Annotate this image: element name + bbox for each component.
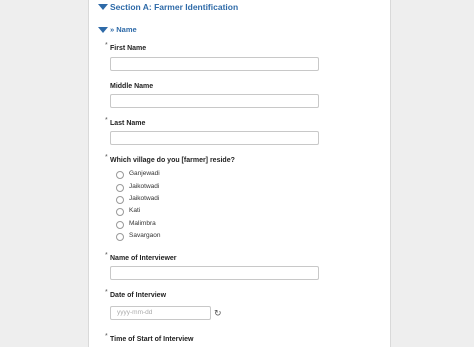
radio-label: Jaikotwadi — [129, 183, 160, 190]
required-marker: * — [105, 42, 108, 49]
radio-label: Jaikotwadi — [129, 195, 160, 202]
radio-label: Ganjewadi — [129, 170, 160, 177]
refresh-icon[interactable]: ↻ — [214, 308, 222, 318]
middle-name-label: Middle Name — [110, 83, 154, 90]
last-name-input[interactable] — [110, 131, 319, 145]
radio-label: Kati — [129, 207, 141, 214]
section-title[interactable]: Section A: Farmer Identification — [110, 2, 238, 12]
group-collapse-icon[interactable] — [98, 27, 108, 33]
last-name-label: Last Name — [110, 120, 146, 127]
date-placeholder: yyyy-mm-dd — [117, 309, 153, 316]
date-input[interactable]: yyyy-mm-dd — [110, 306, 211, 320]
radio-button[interactable] — [116, 171, 124, 179]
radio-label: Savargaon — [129, 232, 161, 239]
section-collapse-icon[interactable] — [98, 4, 108, 10]
village-label: Which village do you [farmer] reside? — [110, 157, 235, 164]
interviewer-input[interactable] — [110, 266, 319, 280]
middle-name-input[interactable] — [110, 94, 319, 108]
radio-button[interactable] — [116, 233, 124, 241]
first-name-input[interactable] — [110, 57, 319, 71]
radio-button[interactable] — [116, 196, 124, 204]
required-marker: * — [105, 289, 108, 296]
radio-button[interactable] — [116, 208, 124, 216]
required-marker: * — [105, 333, 108, 340]
required-marker: * — [105, 252, 108, 259]
date-label: Date of Interview — [110, 292, 167, 299]
interviewer-label: Name of Interviewer — [110, 255, 177, 262]
radio-button[interactable] — [116, 184, 124, 192]
first-name-label: First Name — [110, 45, 147, 52]
required-marker: * — [105, 154, 108, 161]
required-marker: * — [105, 117, 108, 124]
radio-label: Malimbra — [129, 220, 156, 227]
group-title[interactable]: » Name — [110, 25, 137, 34]
radio-button[interactable] — [116, 221, 124, 229]
form-panel: Section A: Farmer Identification » Name … — [88, 0, 391, 347]
start-time-label: Time of Start of Interview — [110, 336, 194, 343]
